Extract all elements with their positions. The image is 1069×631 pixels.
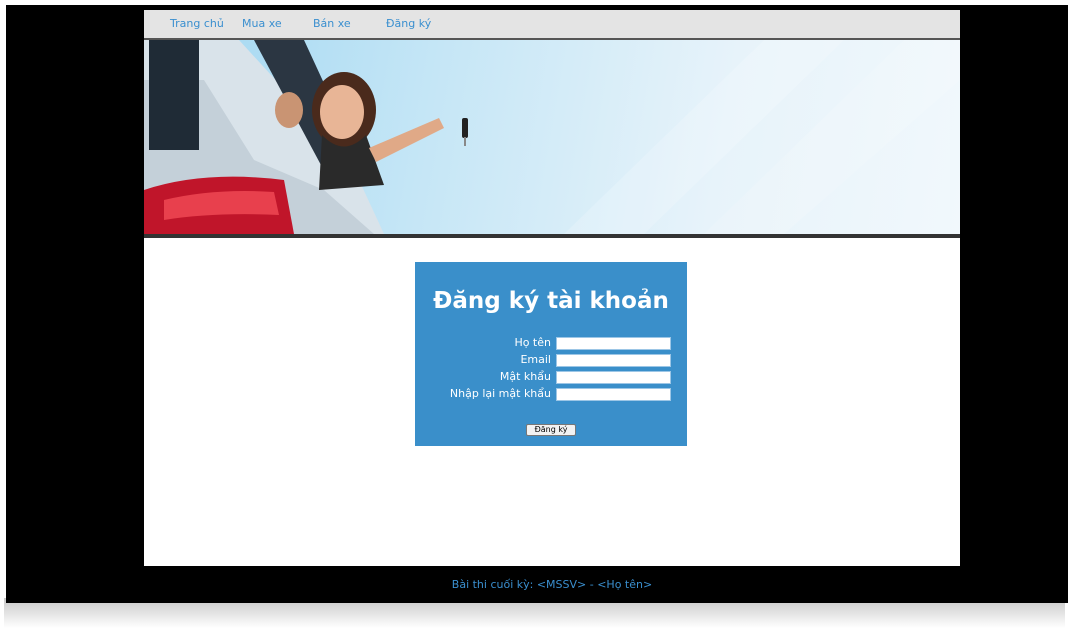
password-label: Mật khẩu [499,370,551,383]
nav-link-sell-car[interactable]: Bán xe [313,17,351,30]
register-button[interactable]: Đăng ký [526,424,576,436]
full-name-label: Họ tên [514,336,551,349]
banner-image [144,40,960,234]
full-name-input[interactable] [556,337,671,350]
password-input[interactable] [556,371,671,384]
footer-text: Bài thi cuối kỳ: <MSSV> - <Họ tên> [451,578,653,591]
email-input[interactable] [556,354,671,367]
top-navigation: Trang chủ Mua xe Bán xe Đăng ký [144,10,960,40]
header-banner [144,40,960,238]
confirm-password-input[interactable] [556,388,671,401]
nav-link-register[interactable]: Đăng ký [386,17,431,30]
email-label: Email [520,353,551,366]
nav-link-buy-car[interactable]: Mua xe [242,17,282,30]
nav-link-home[interactable]: Trang chủ [170,17,224,30]
form-title: Đăng ký tài khoản [433,288,669,314]
page-container: Trang chủ Mua xe Bán xe Đăng ký Đăng ký … [144,10,960,566]
registration-form: Đăng ký tài khoản Họ tên Email Mật khẩu … [415,262,687,446]
confirm-password-label: Nhập lại mật khẩu [449,387,551,400]
